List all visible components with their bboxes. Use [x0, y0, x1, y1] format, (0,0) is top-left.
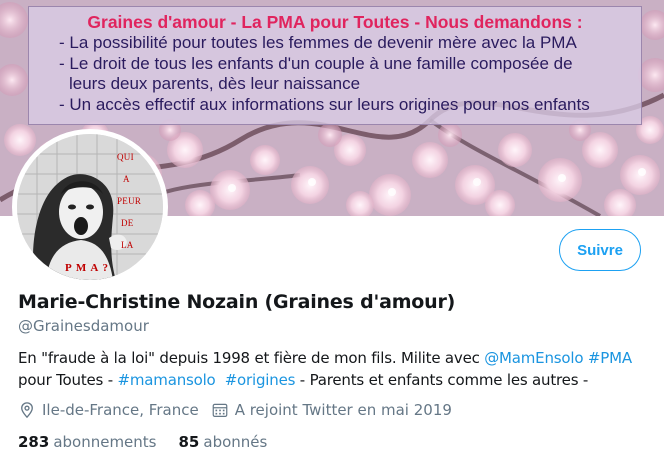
- banner-text-box: Graines d'amour - La PMA pour Toutes - N…: [28, 6, 642, 125]
- profile-name: Marie-Christine Nozain (Graines d'amour): [18, 291, 456, 313]
- bio-space-2: [216, 371, 225, 389]
- banner-line-2: - Le droit de tous les enfants d'un coup…: [59, 53, 573, 73]
- banner-title: Graines d'amour - La PMA pour Toutes - N…: [87, 12, 583, 32]
- calendar-icon: [211, 401, 229, 419]
- avatar-word-2: A: [123, 174, 130, 184]
- profile-stats: 283 abonnements 85 abonnés: [18, 433, 289, 451]
- followers-count: 85: [178, 433, 200, 451]
- hashtag-link-mamansolo[interactable]: #mamansolo: [118, 371, 216, 389]
- avatar-image: QUI A PEUR DE LA P M A ?: [17, 134, 163, 280]
- followers-label: abonnés: [203, 433, 268, 451]
- joined-item: A rejoint Twitter en mai 2019: [211, 401, 452, 419]
- profile-bio: En "fraude à la loi" depuis 1998 et fièr…: [18, 347, 648, 391]
- banner-line-3: leurs deux parents, dès leur naissance: [69, 74, 361, 93]
- following-label: abonnements: [53, 433, 157, 451]
- bio-text-2: pour Toutes -: [18, 371, 118, 389]
- hashtag-link-origines[interactable]: #origines: [225, 371, 296, 389]
- joined-text: A rejoint Twitter en mai 2019: [234, 401, 452, 419]
- avatar-word-4: DE: [121, 218, 134, 228]
- mention-link[interactable]: @MamEnsolo: [484, 349, 583, 367]
- avatar-word-3: PEUR: [117, 196, 142, 206]
- bio-text-3: - Parents et enfants comme les autres -: [295, 371, 589, 389]
- avatar-illustration: [17, 134, 163, 280]
- avatar[interactable]: QUI A PEUR DE LA P M A ?: [12, 129, 168, 285]
- follow-button[interactable]: Suivre: [559, 229, 641, 271]
- avatar-word-1: QUI: [117, 152, 134, 162]
- profile-handle: @Grainesdamour: [18, 317, 149, 335]
- location-item: Ile-de-France, France: [18, 401, 199, 419]
- avatar-word-5: LA: [121, 240, 134, 250]
- bio-text-1: En "fraude à la loi" depuis 1998 et fièr…: [18, 349, 485, 367]
- location-pin-icon: [18, 401, 36, 419]
- following-count: 283: [18, 433, 50, 451]
- avatar-word-pma: P M A ?: [65, 262, 109, 274]
- following-link[interactable]: 283 abonnements: [18, 433, 157, 451]
- location-text: Ile-de-France, France: [42, 401, 199, 419]
- hashtag-link-pma[interactable]: #PMA: [588, 349, 632, 367]
- profile-meta: Ile-de-France, France A rejoint Twitter …: [18, 400, 464, 420]
- banner-line-1: - La possibilité pour toutes les femmes …: [59, 33, 577, 52]
- followers-link[interactable]: 85 abonnés: [179, 433, 268, 451]
- banner-line-4: - Un accès effectif aux informations sur…: [59, 94, 590, 114]
